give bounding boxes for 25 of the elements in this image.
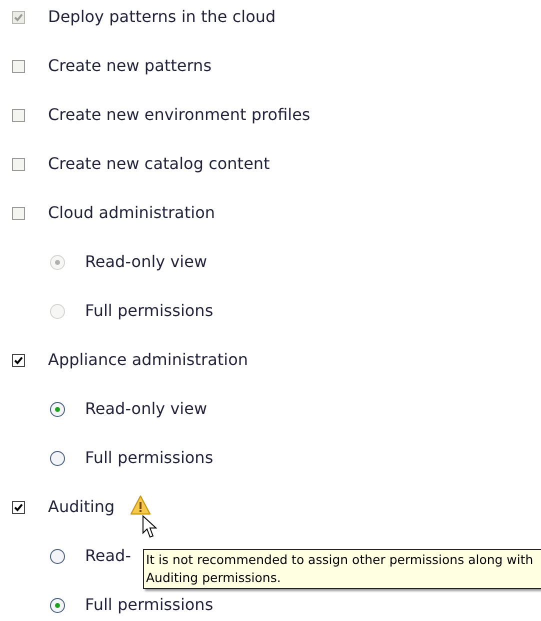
checkbox[interactable] xyxy=(12,60,25,72)
checkbox-label: Appliance administration xyxy=(48,349,248,371)
checkbox[interactable] xyxy=(12,158,25,170)
checkbox-label: Create new environment profiles xyxy=(48,104,310,126)
radio-button[interactable] xyxy=(50,450,65,466)
checkbox-label: Cloud administration xyxy=(48,202,216,224)
tooltip: It is not recommended to assign other permissions along with Auditing permissions. xyxy=(143,549,541,589)
radio-label: Full permissions xyxy=(85,594,214,616)
checkbox[interactable] xyxy=(12,500,25,514)
checkbox-label: Create new catalog content xyxy=(48,153,270,175)
radio-label: Read- xyxy=(85,545,131,567)
radio-label: Read-only view xyxy=(85,398,208,420)
checkbox[interactable] xyxy=(12,206,25,220)
checkbox[interactable] xyxy=(12,354,25,366)
radio-button[interactable] xyxy=(50,402,65,416)
checkbox-label: Auditing xyxy=(48,496,115,518)
radio-label: Full permissions xyxy=(85,300,214,322)
mouse-cursor-icon xyxy=(142,515,158,539)
checkbox-label: Deploy patterns in the cloud xyxy=(48,6,276,28)
radio-label: Read-only view xyxy=(85,251,208,273)
checkbox-label: Create new patterns xyxy=(48,55,212,77)
radio-label: Full permissions xyxy=(85,447,214,469)
radio-button[interactable] xyxy=(50,548,65,564)
checkbox[interactable] xyxy=(12,108,25,122)
radio-button[interactable] xyxy=(50,598,65,612)
